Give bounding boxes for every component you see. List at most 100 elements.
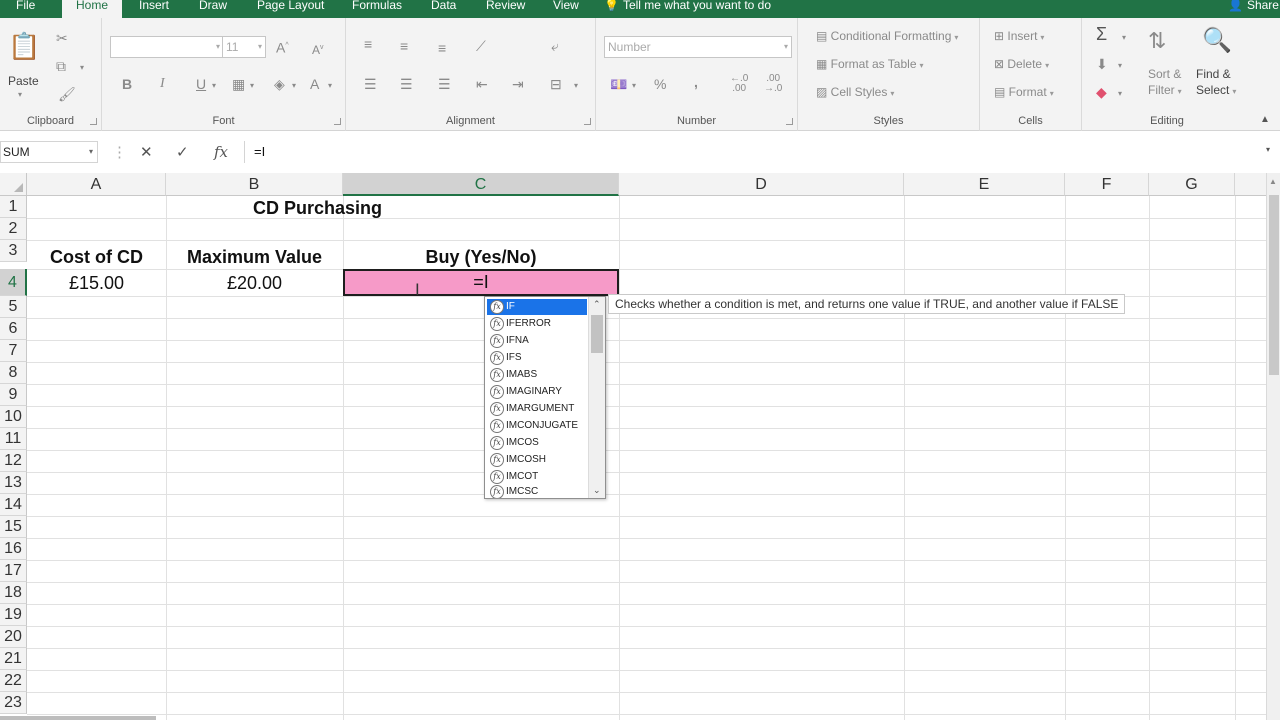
autocomplete-item-ifs[interactable]: fx IFS <box>487 350 587 366</box>
number-format-combo[interactable]: Number ▾ <box>604 36 792 58</box>
paste-dropdown-icon[interactable]: ▾ <box>18 90 22 99</box>
cell-a4[interactable]: £15.00 <box>27 272 166 294</box>
merge-dropdown-icon[interactable]: ▾ <box>574 78 578 94</box>
fill-dropdown-icon[interactable]: ▾ <box>292 78 296 94</box>
autocomplete-item-ifna[interactable]: fx IFNA <box>487 333 587 349</box>
select-all-corner[interactable] <box>0 173 27 196</box>
row-header-12[interactable]: 12 <box>0 450 27 472</box>
increase-indent-icon[interactable]: ⇥ <box>512 76 524 92</box>
align-left-icon[interactable]: ☰ <box>364 76 377 92</box>
row-header-5[interactable]: 5 <box>0 296 27 318</box>
row-header-22[interactable]: 22 <box>0 670 27 692</box>
row-header-16[interactable]: 16 <box>0 538 27 560</box>
row-header-19[interactable]: 19 <box>0 604 27 626</box>
chevron-down-icon[interactable]: ⌄ <box>593 485 601 496</box>
fill-color-icon[interactable]: ◈ <box>274 76 285 92</box>
tab-insert[interactable]: Insert <box>139 0 169 18</box>
format-as-table-button[interactable]: ▦ Format as Table ▾ <box>816 57 924 71</box>
row-header-6[interactable]: 6 <box>0 318 27 340</box>
cell-b1-title[interactable]: CD Purchasing <box>253 197 382 219</box>
column-header-e[interactable]: E <box>904 173 1065 196</box>
tell-me-search[interactable]: 💡 Tell me what you want to do <box>604 0 771 18</box>
cell-a3-header[interactable]: Cost of CD <box>27 246 166 268</box>
find-select-label-1[interactable]: Find & <box>1196 67 1231 81</box>
conditional-formatting-button[interactable]: ▤ Conditional Formatting ▾ <box>816 29 958 43</box>
autocomplete-item-imcosh[interactable]: fx IMCOSH <box>487 452 587 468</box>
sort-filter-label-1[interactable]: Sort & <box>1148 67 1181 81</box>
chevron-up-icon[interactable]: ⌃ <box>593 299 601 310</box>
cell-c3-header[interactable]: Buy (Yes/No) <box>343 246 619 268</box>
autosum-dropdown-icon[interactable]: ▾ <box>1122 30 1126 46</box>
decrease-font-icon[interactable]: Av <box>312 40 324 58</box>
find-select-label-2[interactable]: Select ▾ <box>1196 83 1236 97</box>
tab-review[interactable]: Review <box>486 0 525 18</box>
autocomplete-item-imconjugate[interactable]: fx IMCONJUGATE <box>487 418 587 434</box>
format-painter-icon[interactable]: 🖌 <box>58 86 76 102</box>
clear-dropdown-icon[interactable]: ▾ <box>1118 86 1122 102</box>
decrease-indent-icon[interactable]: ⇤ <box>476 76 488 92</box>
row-header-11[interactable]: 11 <box>0 428 27 450</box>
row-header-13[interactable]: 13 <box>0 472 27 494</box>
column-header-h[interactable] <box>1235 173 1266 196</box>
tab-draw[interactable]: Draw <box>199 0 227 18</box>
row-header-15[interactable]: 15 <box>0 516 27 538</box>
row-header-10[interactable]: 10 <box>0 406 27 428</box>
collapse-ribbon-icon[interactable]: ▲ <box>1260 112 1270 128</box>
row-header-9[interactable]: 9 <box>0 384 27 406</box>
column-header-f[interactable]: F <box>1065 173 1149 196</box>
row-header-14[interactable]: 14 <box>0 494 27 516</box>
autocomplete-item-imabs[interactable]: fx IMABS <box>487 367 587 383</box>
row-header-3[interactable]: 3 <box>0 240 27 262</box>
column-header-d[interactable]: D <box>619 173 904 196</box>
tab-file[interactable]: File <box>16 0 35 18</box>
font-color-icon[interactable]: A <box>310 76 319 92</box>
row-header-18[interactable]: 18 <box>0 582 27 604</box>
autocomplete-item-imcot[interactable]: fx IMCOT <box>487 469 587 485</box>
tab-page-layout[interactable]: Page Layout <box>257 0 324 18</box>
orientation-icon[interactable]: ⟋ <box>476 38 486 54</box>
middle-align-icon[interactable]: ≡ <box>400 38 408 54</box>
accounting-dropdown-icon[interactable]: ▾ <box>632 78 636 94</box>
italic-button[interactable]: I <box>160 76 165 92</box>
autosum-icon[interactable]: Σ <box>1096 25 1107 43</box>
name-box[interactable]: SUM ▾ <box>0 141 98 163</box>
share-button[interactable]: 👤 Share <box>1228 0 1279 18</box>
tab-data[interactable]: Data <box>431 0 456 18</box>
row-header-8[interactable]: 8 <box>0 362 27 384</box>
enter-check-icon[interactable]: ✓ <box>176 143 189 161</box>
top-align-icon[interactable]: ≡ <box>364 36 372 52</box>
row-header-7[interactable]: 7 <box>0 340 27 362</box>
font-name-combo[interactable]: ▾ <box>110 36 224 58</box>
scroll-thumb[interactable] <box>1269 195 1279 375</box>
autocomplete-scroll-thumb[interactable] <box>591 315 603 353</box>
copy-dropdown-icon[interactable]: ▾ <box>80 60 84 76</box>
accounting-format-icon[interactable]: 💷 <box>610 76 627 92</box>
comma-style-button[interactable]: , <box>694 74 698 90</box>
cell-styles-button[interactable]: ▨ Cell Styles ▾ <box>816 85 894 99</box>
insert-function-icon[interactable]: fx <box>214 143 228 161</box>
delete-cells-button[interactable]: ⊠ Delete ▾ <box>994 57 1049 71</box>
alignment-launcher-icon[interactable] <box>584 118 591 125</box>
number-launcher-icon[interactable] <box>786 118 793 125</box>
sort-filter-icon[interactable]: ⇅ <box>1148 28 1166 54</box>
paste-icon[interactable]: 📋 <box>8 30 40 64</box>
fill-icon[interactable]: ⬇ <box>1096 56 1108 72</box>
column-header-b[interactable]: B <box>166 173 343 196</box>
cell-b4[interactable]: £20.00 <box>166 272 343 294</box>
cut-icon[interactable]: ✂ <box>56 30 68 46</box>
sort-filter-label-2[interactable]: Filter ▾ <box>1148 83 1182 97</box>
tab-home[interactable]: Home <box>62 0 123 18</box>
row-header-20[interactable]: 20 <box>0 626 27 648</box>
paste-button-label[interactable]: Paste <box>8 74 39 88</box>
vertical-scrollbar[interactable]: ▲ <box>1266 173 1280 720</box>
row-header-21[interactable]: 21 <box>0 648 27 670</box>
scroll-up-icon[interactable]: ▲ <box>1269 177 1277 186</box>
copy-icon[interactable]: ⧉ <box>56 58 66 74</box>
font-size-combo[interactable]: 11 ▾ <box>222 36 266 58</box>
insert-cells-button[interactable]: ⊞ Insert ▾ <box>994 29 1044 43</box>
autocomplete-item-if[interactable]: fx IF <box>487 299 587 315</box>
formula-input[interactable]: =I <box>244 141 1266 163</box>
align-right-icon[interactable]: ☰ <box>438 76 451 92</box>
cancel-icon[interactable]: ✕ <box>140 143 153 161</box>
font-color-dropdown-icon[interactable]: ▾ <box>328 78 332 94</box>
